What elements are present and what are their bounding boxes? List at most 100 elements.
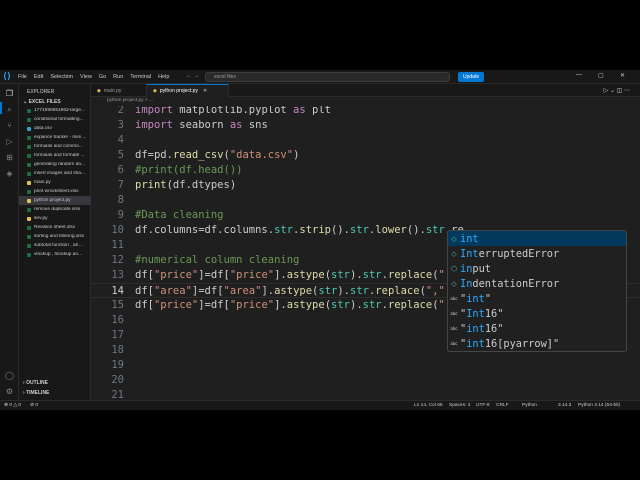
source-control-icon[interactable]: ⑂	[4, 120, 15, 131]
file-type-icon	[27, 135, 31, 140]
code-text: df=pd.read_csv("data.csv")	[135, 149, 300, 161]
code-line[interactable]: 21	[91, 388, 640, 400]
extensions-icon[interactable]: ⊞	[4, 152, 15, 163]
folder-header[interactable]: ⌄ EXCEL FILES	[23, 99, 61, 105]
encoding[interactable]: UTF-8	[476, 403, 490, 408]
close-tab-icon[interactable]: ✕	[203, 88, 207, 94]
cursor-position[interactable]: Ln 14, Col 65	[414, 403, 443, 408]
file-item[interactable]: remove duplicate.xlsx	[19, 205, 91, 214]
command-center-search[interactable]: excel files	[205, 72, 450, 82]
explorer-icon[interactable]: ❐	[4, 88, 15, 99]
suggestion-item[interactable]: ◇ IndentationError	[448, 276, 626, 291]
file-type-icon	[27, 234, 31, 239]
end-of-line[interactable]: CRLF	[496, 403, 509, 408]
file-item[interactable]: python project.py	[19, 196, 91, 205]
menu-item[interactable]: Run	[113, 74, 123, 80]
menu-item[interactable]: Edit	[34, 74, 43, 80]
code-text: #print(df.head())	[135, 164, 243, 176]
minimize-icon[interactable]: —	[576, 72, 582, 78]
file-item[interactable]: print wroxksheet.xlsx	[19, 187, 91, 196]
file-item[interactable]: formulas and commo...	[19, 142, 91, 151]
code-line[interactable]: 2 import matplotlib.pyplot as plt	[91, 106, 640, 118]
file-type-icon	[27, 117, 31, 122]
file-item[interactable]: vlookup , hlookup an...	[19, 250, 91, 259]
suggestion-item[interactable]: abc "int"	[448, 291, 626, 306]
file-item[interactable]: generating random da...	[19, 160, 91, 169]
code-line[interactable]: 6 #print(df.head())	[91, 163, 640, 178]
file-item[interactable]: subtotal function , all ...	[19, 241, 91, 250]
file-item[interactable]: Revision sheet.xlsx	[19, 223, 91, 232]
close-window-icon[interactable]: ✕	[620, 72, 625, 79]
indentation[interactable]: Spaces: 4	[449, 403, 470, 408]
run-debug-icon[interactable]: ▷	[4, 136, 15, 147]
split-editor-icon[interactable]: ◫	[617, 88, 623, 94]
timeline-section[interactable]: › TIMELINE	[23, 390, 49, 396]
explorer-title: EXPLORER	[27, 89, 55, 95]
line-number: 5	[117, 149, 124, 161]
code-line[interactable]: 9 #Data cleaning	[91, 208, 640, 223]
menu-item[interactable]: Go	[99, 74, 106, 80]
python-file-icon: ◆	[97, 87, 101, 94]
language-mode[interactable]: Python	[522, 403, 537, 408]
ports-indicator[interactable]: ⊘ 0	[30, 403, 38, 408]
code-line[interactable]: 7 print(df.dtypes)	[91, 178, 640, 193]
status-bar: ⊗ 0 △ 0 ⊘ 0 Ln 14, Col 65 Spaces: 4 UTF-…	[0, 400, 640, 410]
autocomplete-popup: ◇ int ◇ InterruptedError ⬡ input ◇ IndentationE…	[447, 230, 627, 352]
search-icon[interactable]: ⌕	[4, 104, 15, 115]
file-item[interactable]: data.csv	[19, 124, 91, 133]
menu-item[interactable]: File	[18, 74, 27, 80]
file-item[interactable]: expance tracker - mini ...	[19, 133, 91, 142]
code-line[interactable]: 4	[91, 133, 640, 148]
settings-gear-icon[interactable]: ⚙	[4, 386, 15, 397]
file-name: Revision sheet.xlsx	[34, 225, 76, 230]
code-line[interactable]: 8	[91, 193, 640, 208]
breadcrumb[interactable]: python project.py > ...	[91, 98, 153, 106]
interpreter[interactable]: Python 3.14 (64-bit)	[578, 403, 620, 408]
line-number: 16	[111, 314, 124, 326]
line-number: 2	[117, 106, 124, 116]
file-item[interactable]: conditional formatting...	[19, 115, 91, 124]
file-item[interactable]: sorting and filtering.xlsx	[19, 232, 91, 241]
suggestion-item[interactable]: ◇ int	[448, 231, 626, 246]
tab-main-py[interactable]: ◆ main.py	[91, 84, 147, 97]
file-item[interactable]: 1771590651962-large...	[19, 106, 91, 115]
dropdown-chevron-icon[interactable]: ⌄	[610, 88, 615, 94]
file-name: sorting and filtering.xlsx	[34, 234, 85, 239]
file-name: vlookup , hlookup an...	[34, 252, 83, 257]
menu-item[interactable]: Help	[158, 74, 169, 80]
tab-label: python project.py	[159, 88, 198, 94]
code-line[interactable]: 3 import seaborn as sns	[91, 118, 640, 133]
code-line[interactable]: 5 df=pd.read_csv("data.csv")	[91, 148, 640, 163]
tab-python-project-py[interactable]: ◆ python project.py ✕	[147, 84, 229, 97]
menu-item[interactable]: Selection	[50, 74, 73, 80]
update-button[interactable]: Update	[458, 72, 485, 82]
code-line[interactable]: 19	[91, 358, 640, 373]
suggestion-item[interactable]: abc "int16"	[448, 321, 626, 336]
line-number: 21	[111, 389, 124, 400]
file-item[interactable]: formulas and formate ...	[19, 151, 91, 160]
file-item[interactable]: insert images and sha...	[19, 169, 91, 178]
suggestion-item[interactable]: abc "int16[pyarrow]"	[448, 336, 626, 351]
file-name: generating random da...	[34, 162, 85, 167]
line-number: 15	[111, 299, 124, 311]
file-type-icon	[27, 207, 31, 212]
code-line[interactable]: 20	[91, 373, 640, 388]
python-version[interactable]: 3.14.3	[558, 403, 571, 408]
suggestion-item[interactable]: abc "Int16"	[448, 306, 626, 321]
suggestion-item[interactable]: ◇ InterruptedError	[448, 246, 626, 261]
outline-section[interactable]: › OUTLINE	[23, 380, 48, 386]
file-item[interactable]: main.py	[19, 178, 91, 187]
run-file-icon[interactable]: ▷	[604, 88, 609, 94]
menu-item[interactable]: View	[80, 74, 92, 80]
more-actions-icon[interactable]: ⋯	[624, 88, 630, 94]
menu-item[interactable]: Terminal	[130, 74, 151, 80]
python-icon[interactable]: ◈	[4, 168, 15, 179]
account-icon[interactable]: ◯	[4, 370, 15, 381]
suggestion-label: IndentationError	[460, 277, 560, 290]
maximize-icon[interactable]: ▢	[598, 72, 604, 79]
problems-indicator[interactable]: ⊗ 0 △ 0	[4, 403, 21, 408]
file-item[interactable]: sev.py	[19, 214, 91, 223]
title-bar: ⟨⟩ File Edit Selection View Go Run Terminal Hel…	[0, 70, 640, 84]
suggestion-item[interactable]: ⬡ input	[448, 261, 626, 276]
navigation-arrows-icon[interactable]: ← →	[186, 73, 200, 79]
